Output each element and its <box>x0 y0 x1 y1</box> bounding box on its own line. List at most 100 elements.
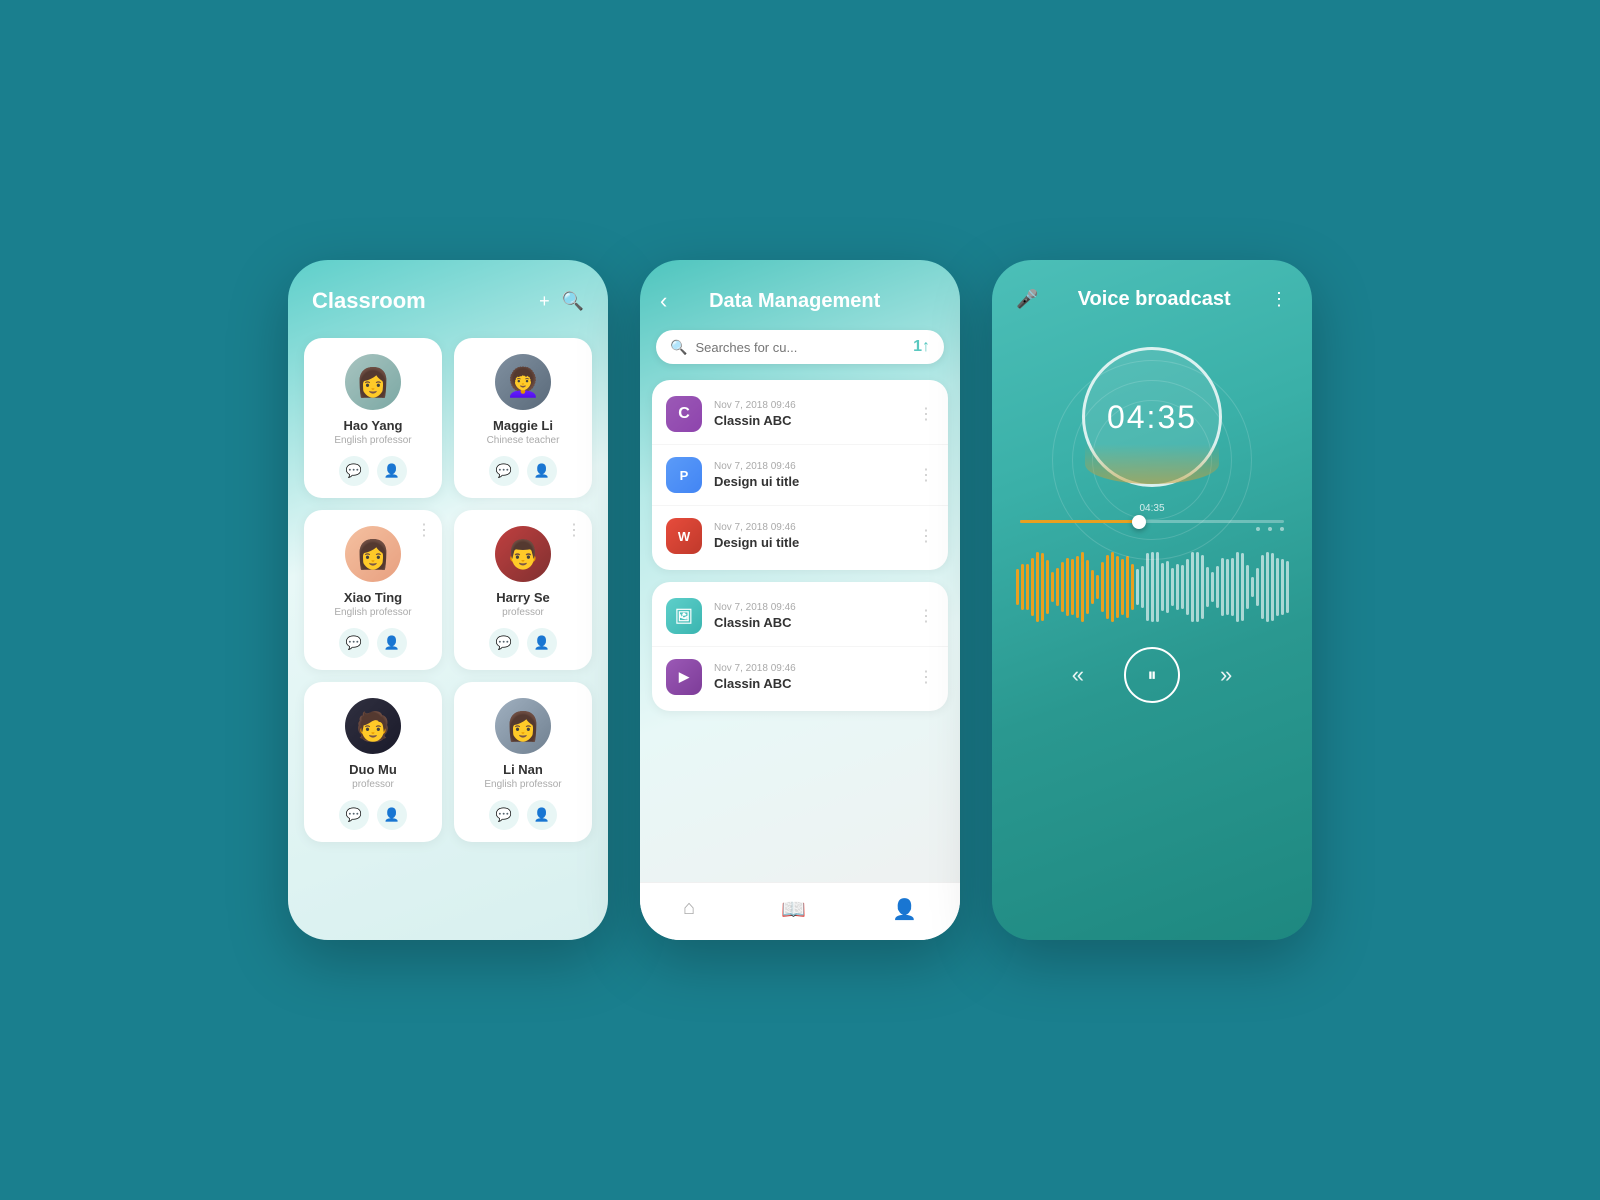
timer-display: 04:35 <box>1107 399 1197 436</box>
voice-broadcast-header: 🎤 Voice broadcast ⋮ <box>992 260 1312 327</box>
nav-book-icon[interactable]: 📖 <box>781 897 806 922</box>
pause-button[interactable]: ⏸ <box>1124 647 1180 703</box>
wave-bar <box>1266 552 1269 622</box>
mic-icon[interactable]: 🎤 <box>1016 289 1038 310</box>
person-card-maggie-li[interactable]: Maggie Li Chinese teacher 💬 👤 <box>454 338 592 498</box>
add-icon[interactable]: + <box>539 291 550 312</box>
file-more-icon[interactable]: ⋮ <box>918 404 934 424</box>
wave-bar <box>1226 559 1229 615</box>
wave-bar <box>1126 556 1129 618</box>
wave-bar <box>1251 577 1254 598</box>
file-date-4: Nov 7, 2018 09:46 <box>714 602 906 613</box>
timer-wave <box>1085 444 1219 484</box>
card-profile-btn-maggie[interactable]: 👤 <box>527 456 557 486</box>
person-card-duo-mu[interactable]: Duo Mu professor 💬 👤 <box>304 682 442 842</box>
card-actions-duo: 💬 👤 <box>339 800 407 830</box>
avatar-li-nan <box>495 698 551 754</box>
wave-bar <box>1096 575 1099 599</box>
wave-bar <box>1041 553 1044 621</box>
file-name: Classin ABC <box>714 413 906 428</box>
avatar-hao-yang <box>345 354 401 410</box>
filter-icon[interactable]: 1↑ <box>913 338 930 356</box>
nav-person-icon[interactable]: 👤 <box>892 897 917 922</box>
wave-bar <box>1256 568 1259 605</box>
card-profile-btn-xiao[interactable]: 👤 <box>377 628 407 658</box>
wave-bar <box>1236 552 1239 622</box>
wave-bar <box>1111 552 1114 622</box>
person-name-duo: Duo Mu <box>349 762 397 777</box>
progress-thumb[interactable] <box>1132 515 1146 529</box>
wave-bar <box>1241 553 1244 620</box>
file-item-classin-2[interactable]: 🖼 Nov 7, 2018 09:46 Classin ABC ⋮ <box>652 586 948 647</box>
wave-bar <box>1026 564 1029 610</box>
nav-home-icon[interactable]: ⌂ <box>683 897 695 922</box>
person-card-xiao-ting[interactable]: ⋮ Xiao Ting English professor 💬 👤 <box>304 510 442 670</box>
file-more-icon-3[interactable]: ⋮ <box>918 526 934 546</box>
file-more-icon-5[interactable]: ⋮ <box>918 667 934 687</box>
file-item-design-2[interactable]: W Nov 7, 2018 09:46 Design ui title ⋮ <box>652 506 948 566</box>
wave-bar <box>1191 552 1194 622</box>
file-item-classin-3[interactable]: ▶ Nov 7, 2018 09:46 Classin ABC ⋮ <box>652 647 948 707</box>
wave-bar <box>1081 552 1084 622</box>
card-msg-btn-harry[interactable]: 💬 <box>489 628 519 658</box>
file-name-5: Classin ABC <box>714 676 906 691</box>
card-msg-btn-xiao[interactable]: 💬 <box>339 628 369 658</box>
design-file-icon-2: W <box>666 518 702 554</box>
card-dots-xiao[interactable]: ⋮ <box>416 520 432 540</box>
card-msg-btn-hao[interactable]: 💬 <box>339 456 369 486</box>
search-input[interactable] <box>695 340 905 355</box>
classroom-header-icons: + 🔍 <box>539 291 584 312</box>
file-name-4: Classin ABC <box>714 615 906 630</box>
wave-bar <box>1131 564 1134 610</box>
voice-broadcast-phone: 🎤 Voice broadcast ⋮ 04:35 04:35 « ⏸ » <box>992 260 1312 940</box>
card-profile-btn-harry[interactable]: 👤 <box>527 628 557 658</box>
wave-bar <box>1071 559 1074 615</box>
card-dots-harry[interactable]: ⋮ <box>566 520 582 540</box>
prog-dot-1 <box>1256 527 1260 531</box>
wave-bar <box>1186 559 1189 616</box>
progress-track[interactable] <box>1020 520 1284 523</box>
card-profile-btn-hao[interactable]: 👤 <box>377 456 407 486</box>
rewind-button[interactable]: « <box>1072 662 1084 688</box>
file-more-icon-4[interactable]: ⋮ <box>918 606 934 626</box>
data-mgmt-title: Data Management <box>679 290 910 313</box>
playback-controls: « ⏸ » <box>992 647 1312 733</box>
voice-broadcast-title: Voice broadcast <box>1078 288 1231 311</box>
card-profile-btn-duo[interactable]: 👤 <box>377 800 407 830</box>
forward-button[interactable]: » <box>1220 662 1232 688</box>
wave-bar <box>1076 556 1079 618</box>
person-name-hao: Hao Yang <box>343 418 402 433</box>
card-msg-btn-linan[interactable]: 💬 <box>489 800 519 830</box>
search-bar[interactable]: 🔍 1↑ <box>656 330 944 364</box>
wave-bar <box>1021 564 1024 610</box>
person-card-harry-se[interactable]: ⋮ Harry Se professor 💬 👤 <box>454 510 592 670</box>
wave-bar <box>1101 562 1104 611</box>
card-msg-btn-duo[interactable]: 💬 <box>339 800 369 830</box>
wave-bar <box>1211 572 1214 602</box>
file-item-design-1[interactable]: P Nov 7, 2018 09:46 Design ui title ⋮ <box>652 445 948 506</box>
person-role-xiao: English professor <box>334 607 411 618</box>
file-more-icon-2[interactable]: ⋮ <box>918 465 934 485</box>
card-profile-btn-linan[interactable]: 👤 <box>527 800 557 830</box>
wave-bar <box>1206 567 1209 607</box>
card-msg-btn-maggie[interactable]: 💬 <box>489 456 519 486</box>
search-icon[interactable]: 🔍 <box>562 291 584 312</box>
wave-bar <box>1156 552 1159 622</box>
person-card-hao-yang[interactable]: Hao Yang English professor 💬 👤 <box>304 338 442 498</box>
progress-fill <box>1020 520 1139 523</box>
file-item-classin-1[interactable]: C Nov 7, 2018 09:46 Classin ABC ⋮ <box>652 384 948 445</box>
classin-file-icon-2: 🖼 <box>666 598 702 634</box>
wave-bar <box>1196 552 1199 621</box>
person-card-li-nan[interactable]: Li Nan English professor 💬 👤 <box>454 682 592 842</box>
person-name-linan: Li Nan <box>503 762 543 777</box>
back-button[interactable]: ‹ <box>660 288 667 314</box>
more-options-icon[interactable]: ⋮ <box>1270 289 1288 310</box>
file-group-1: C Nov 7, 2018 09:46 Classin ABC ⋮ P Nov … <box>652 380 948 570</box>
file-name-2: Design ui title <box>714 474 906 489</box>
file-info-classin-3: Nov 7, 2018 09:46 Classin ABC <box>714 663 906 691</box>
file-info-classin-1: Nov 7, 2018 09:46 Classin ABC <box>714 400 906 428</box>
wave-bar <box>1066 558 1069 616</box>
person-name-xiao: Xiao Ting <box>344 590 402 605</box>
prog-dot-2 <box>1268 527 1272 531</box>
wave-bar <box>1276 558 1279 617</box>
